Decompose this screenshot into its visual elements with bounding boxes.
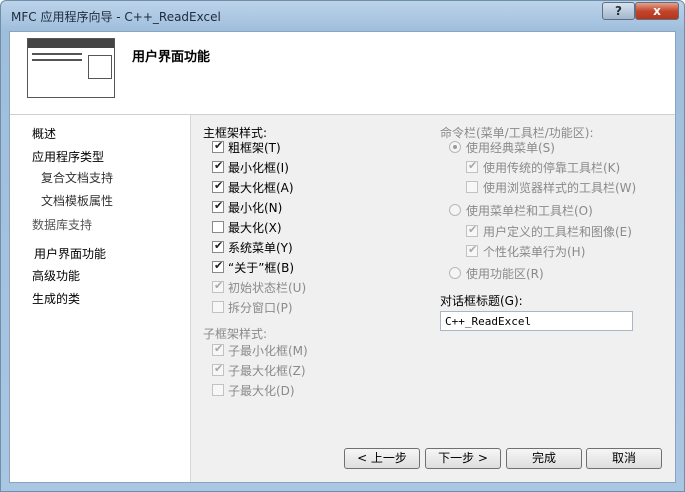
check-icon: ✔ [214, 239, 224, 252]
check-icon: ✔ [214, 139, 224, 152]
nav-item-advanced[interactable]: 高级功能 [32, 267, 80, 284]
check-icon: ✔ [214, 342, 224, 355]
maximize-box-checkbox[interactable]: ✔ [212, 179, 224, 193]
child-maximize-box-label: 子最大化框(Z) [228, 364, 306, 378]
dialog-title-label: 对话框标题(G): [440, 294, 523, 308]
cancel-button[interactable]: 取消 [586, 448, 662, 469]
child-maximized-checkbox[interactable] [212, 384, 224, 396]
child-maximized-label: 子最大化(D) [228, 384, 295, 398]
browser-toolbar-label: 使用浏览器样式的工具栏(W) [483, 181, 637, 195]
browser-toolbar-checkbox[interactable] [466, 181, 478, 193]
minimized-label: 最小化(N) [228, 201, 283, 215]
system-menu-label: 系统菜单(Y) [228, 241, 293, 255]
maximize-box-label: 最大化框(A) [228, 181, 294, 195]
page-title: 用户界面功能 [132, 50, 211, 65]
finish-button[interactable]: 完成 [506, 448, 582, 469]
prev-button[interactable]: < 上一步 [344, 448, 420, 469]
window-title: MFC 应用程序向导 - C++_ReadExcel [11, 10, 221, 24]
ribbon-label: 使用功能区(R) [466, 267, 544, 281]
check-icon: ✔ [214, 362, 224, 375]
initial-status-bar-checkbox[interactable]: ✔ [212, 279, 224, 293]
initial-status-bar-label: 初始状态栏(U) [228, 281, 307, 295]
next-button[interactable]: 下一步 > [425, 448, 501, 469]
check-icon: ✔ [214, 199, 224, 212]
split-window-label: 拆分窗口(P) [228, 301, 293, 315]
wizard-window-icon [27, 38, 115, 98]
classic-menu-label: 使用经典菜单(S) [466, 141, 555, 155]
about-box-checkbox[interactable]: ✔ [212, 259, 224, 273]
page-header: 用户界面功能 [10, 32, 675, 115]
dialog-title-input[interactable]: C++_ReadExcel [440, 311, 633, 331]
title-bar[interactable]: MFC 应用程序向导 - C++_ReadExcel ? x [1, 1, 684, 31]
personalized-menu-label: 个性化菜单行为(H) [483, 245, 586, 259]
maximized-label: 最大化(X) [228, 221, 282, 235]
nav-item-generated-classes[interactable]: 生成的类 [32, 290, 80, 307]
check-icon: ✔ [214, 279, 224, 292]
split-window-checkbox[interactable] [212, 301, 224, 313]
child-minimize-box-checkbox[interactable]: ✔ [212, 342, 224, 356]
maximized-checkbox[interactable] [212, 221, 224, 233]
about-box-label: “关于”框(B) [228, 261, 295, 275]
check-icon: ✔ [214, 159, 224, 172]
nav-item-app-type[interactable]: 应用程序类型 [32, 148, 104, 165]
check-icon: ✔ [468, 159, 478, 172]
nav-item-database[interactable]: 数据库支持 [32, 216, 92, 233]
minimize-box-label: 最小化框(I) [228, 161, 289, 175]
wizard-nav: 概述 应用程序类型 复合文档支持 文档模板属性 数据库支持 用户界面功能 高级功… [10, 115, 191, 482]
client-area: 用户界面功能 概述 应用程序类型 复合文档支持 文档模板属性 数据库支持 用户界… [9, 31, 676, 483]
user-toolbar-images-checkbox[interactable]: ✔ [466, 223, 478, 237]
check-icon: ✔ [214, 179, 224, 192]
docking-toolbar-label: 使用传统的停靠工具栏(K) [483, 161, 621, 175]
menubar-toolbar-label: 使用菜单栏和工具栏(O) [466, 204, 593, 218]
docking-toolbar-checkbox[interactable]: ✔ [466, 159, 478, 173]
thick-frame-label: 粗框架(T) [228, 141, 281, 155]
personalized-menu-checkbox[interactable]: ✔ [466, 243, 478, 257]
help-button[interactable]: ? [602, 2, 635, 20]
close-button[interactable]: x [635, 2, 679, 20]
nav-item-compound-doc[interactable]: 复合文档支持 [41, 169, 113, 186]
classic-menu-radio[interactable] [449, 141, 461, 153]
system-menu-checkbox[interactable]: ✔ [212, 239, 224, 253]
minimized-checkbox[interactable]: ✔ [212, 199, 224, 213]
wizard-window: MFC 应用程序向导 - C++_ReadExcel ? x 用户界面功能 概述… [0, 0, 685, 492]
minimize-box-checkbox[interactable]: ✔ [212, 159, 224, 173]
menubar-toolbar-radio[interactable] [449, 204, 461, 216]
child-minimize-box-label: 子最小化框(M) [228, 344, 308, 358]
child-frame-styles-label: 子框架样式: [203, 327, 268, 341]
ribbon-radio[interactable] [449, 267, 461, 279]
check-icon: ✔ [468, 243, 478, 256]
check-icon: ✔ [214, 259, 224, 272]
thick-frame-checkbox[interactable]: ✔ [212, 139, 224, 153]
check-icon: ✔ [468, 223, 478, 236]
nav-item-overview[interactable]: 概述 [32, 125, 56, 142]
nav-item-ui-features[interactable]: 用户界面功能 [34, 245, 106, 262]
child-maximize-box-checkbox[interactable]: ✔ [212, 362, 224, 376]
user-toolbar-images-label: 用户定义的工具栏和图像(E) [483, 225, 632, 239]
nav-item-doc-template[interactable]: 文档模板属性 [41, 192, 113, 209]
options-pane: 主框架样式: ✔ 粗框架(T) ✔ 最小化框(I) ✔ 最大化框(A) ✔ 最小… [191, 115, 675, 482]
